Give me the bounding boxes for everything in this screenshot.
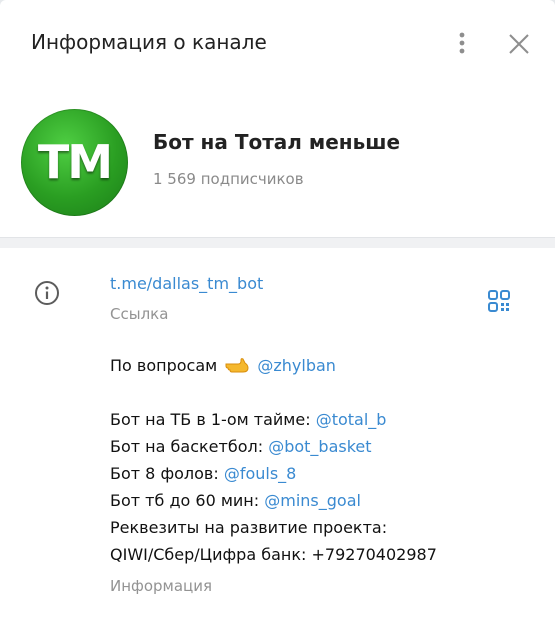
description-line-text: Бот 8 фолов: [110, 464, 224, 483]
channel-info-panel: Информация о канале TM Бот на Тотал мень… [0, 0, 555, 619]
channel-link[interactable]: t.me/dallas_tm_bot [110, 274, 263, 293]
close-icon [509, 34, 529, 54]
description-line-text: Бот на баскетбол: [110, 437, 269, 456]
info-caption: Информация [110, 577, 213, 595]
channel-avatar[interactable]: TM [21, 109, 128, 216]
mention-link[interactable]: @fouls_8 [224, 464, 297, 483]
qr-code-icon [488, 290, 510, 312]
requisites-line-2: QIWI/Сбер/Цифра банк: +79270402987 [110, 545, 437, 564]
pointing-hand-emoji [225, 358, 249, 373]
questions-mention-link[interactable]: @zhylban [257, 356, 336, 375]
description-line-text: Бот тб до 60 мин: [110, 491, 265, 510]
more-options-button[interactable] [450, 30, 474, 58]
description-line: Бот на баскетбол: @bot_basket [110, 437, 372, 456]
info-circle-icon [34, 280, 60, 306]
questions-prefix: По вопросам [110, 356, 218, 375]
mention-link[interactable]: @total_b [316, 410, 387, 429]
subscriber-count: 1 569 подписчиков [153, 170, 304, 188]
more-vertical-icon [459, 32, 465, 54]
avatar-initials: TM [37, 135, 113, 189]
link-caption: Ссылка [110, 305, 169, 323]
mention-link[interactable]: @bot_basket [268, 437, 371, 456]
requisites-line-1: Реквезиты на развитие проекта: [110, 518, 388, 537]
description-line: Бот на ТБ в 1-ом тайме: @total_b [110, 410, 386, 429]
channel-name: Бот на Тотал меньше [153, 130, 401, 154]
panel-header: Информация о канале [0, 0, 555, 90]
section-divider [0, 237, 555, 248]
mention-link[interactable]: @mins_goal [264, 491, 361, 510]
close-button[interactable] [505, 30, 533, 58]
description-line-text: Бот на ТБ в 1-ом тайме: [110, 410, 316, 429]
qr-code-button[interactable] [487, 289, 511, 313]
description-line: Бот тб до 60 мин: @mins_goal [110, 491, 361, 510]
description-questions-line: По вопросам @zhylban [110, 356, 336, 375]
description-line: Бот 8 фолов: @fouls_8 [110, 464, 296, 483]
panel-title: Информация о канале [31, 30, 267, 54]
